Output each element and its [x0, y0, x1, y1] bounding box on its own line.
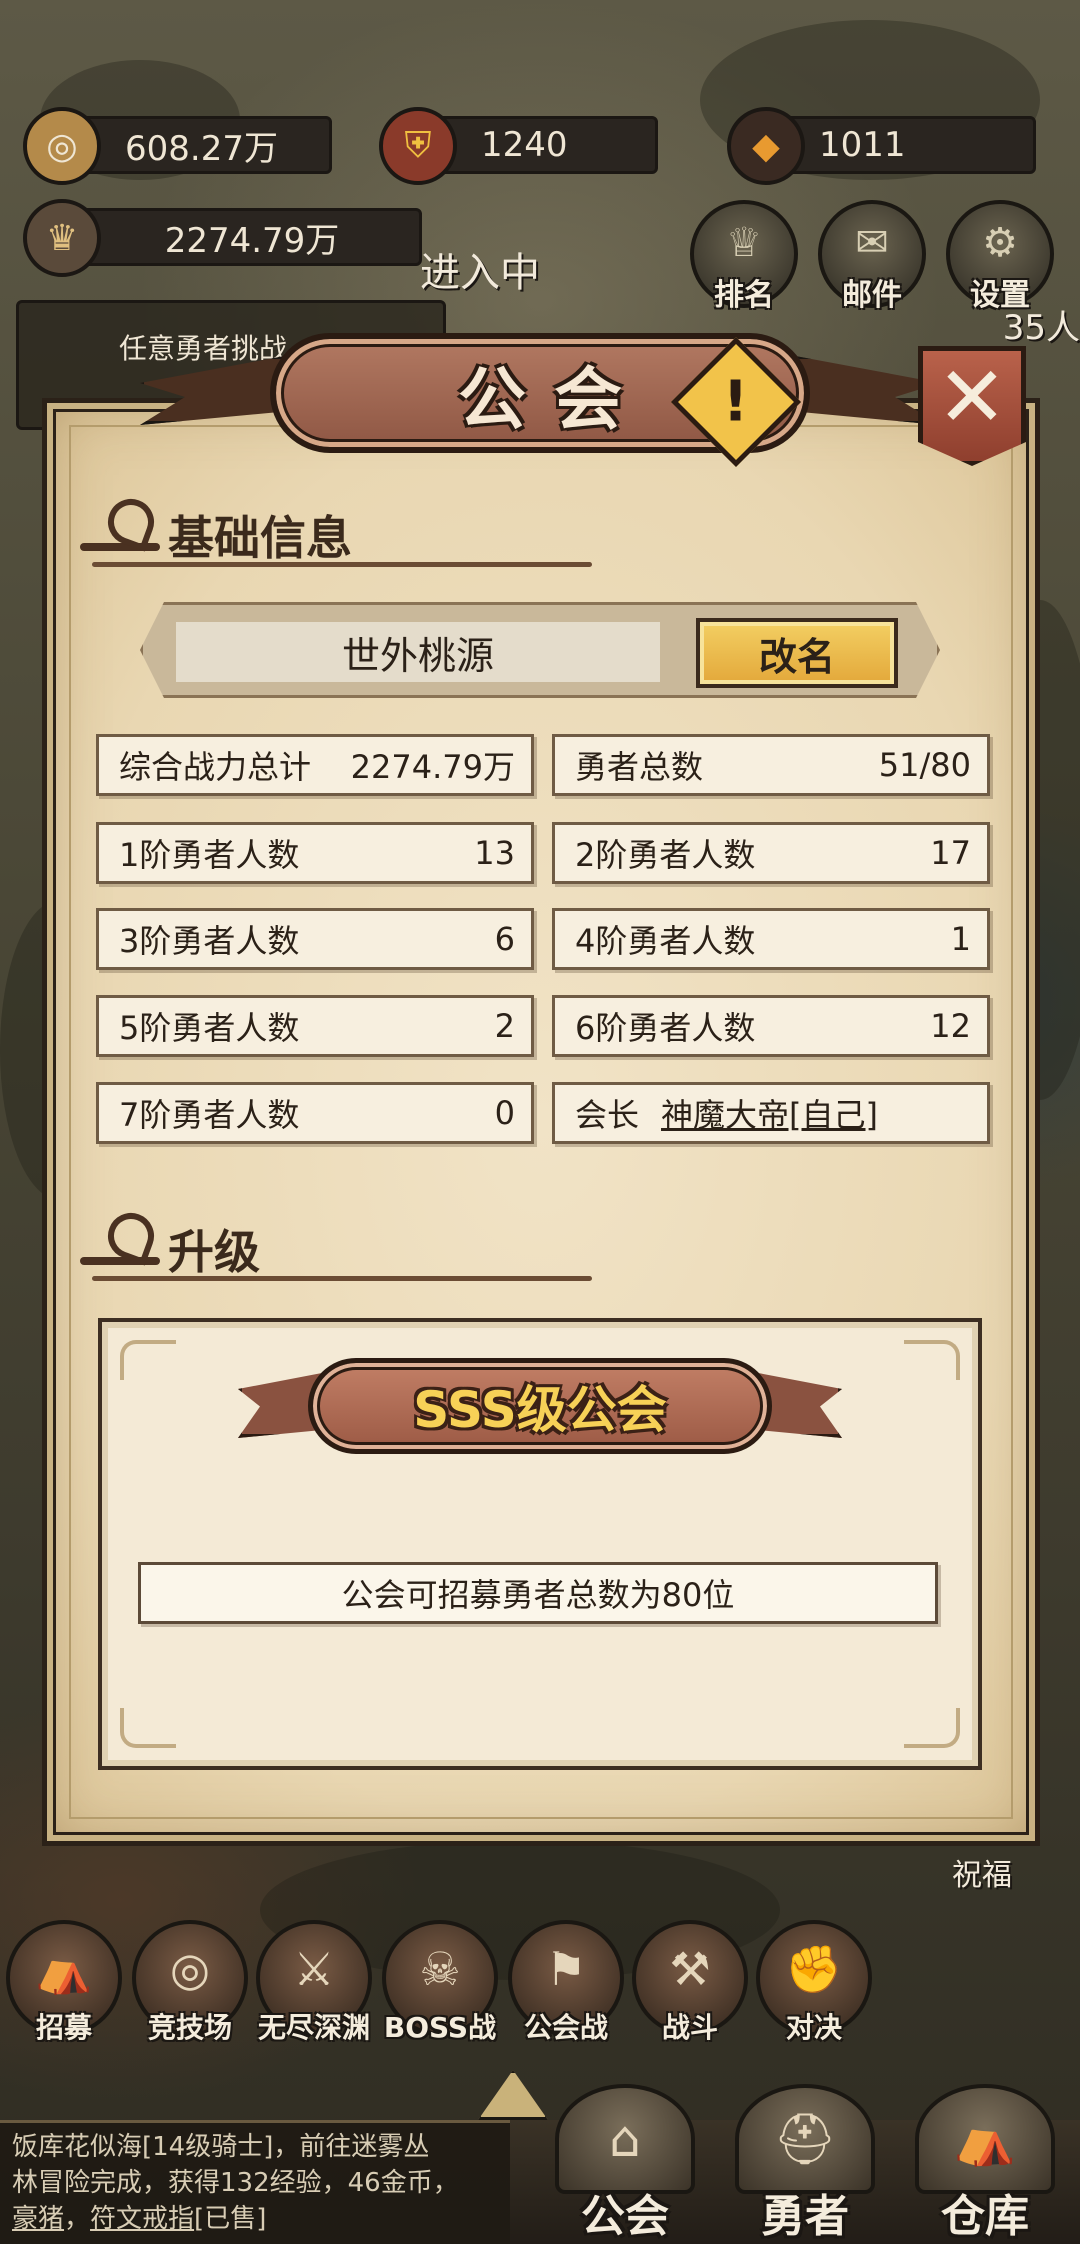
nav-heroes[interactable]: ⛑ 勇者: [710, 2080, 900, 2244]
stat-hero-total: 勇者总数 51/80: [552, 734, 990, 796]
guild-grade: SSS级公会: [413, 1381, 667, 1439]
nav-guild[interactable]: ⌂ 公会: [530, 2080, 720, 2244]
hero-helmet-icon: ⛑: [735, 2084, 875, 2194]
settings-button[interactable]: ⚙ 设置: [946, 200, 1054, 313]
entering-status: 进入中: [420, 250, 540, 296]
trophy-icon: ♕: [726, 220, 762, 266]
power-counter: ♛ 2274.79万: [23, 199, 422, 277]
mail-icon: ✉: [855, 220, 889, 266]
stat-tier3: 3阶勇者人数 6: [96, 908, 534, 970]
stat-tier7: 7阶勇者人数 0: [96, 1082, 534, 1144]
guild-hall-icon: ⌂: [555, 2084, 695, 2194]
ranking-button[interactable]: ♕ 排名: [690, 200, 798, 313]
boss-icon: ☠: [419, 1942, 461, 1996]
recruit-button[interactable]: ⛺ 招募: [6, 1920, 122, 2044]
leader-name-link[interactable]: 神魔大帝[自己]: [661, 1090, 878, 1136]
item-link[interactable]: 符文戒指: [90, 2204, 194, 2234]
modal-title: 公会: [457, 360, 650, 440]
mail-button[interactable]: ✉ 邮件: [818, 200, 926, 313]
duel-button[interactable]: ✊ 对决: [756, 1920, 872, 2044]
gear-icon: ⚙: [982, 220, 1018, 266]
arena-icon: ◎: [169, 1942, 211, 1996]
stat-tier1: 1阶勇者人数 13: [96, 822, 534, 884]
stat-leader: 会长 神魔大帝[自己]: [552, 1082, 990, 1144]
warehouse-icon: ⛺: [915, 2084, 1055, 2194]
rename-button[interactable]: 改名: [696, 618, 898, 688]
section-basic-info: 基础信息: [80, 500, 352, 570]
guild-war-button[interactable]: ⚑ 公会战: [508, 1920, 624, 2044]
shield-counter: ⛨ 1240: [379, 107, 658, 185]
recruit-capacity: 公会可招募勇者总数为80位: [138, 1562, 938, 1624]
chat-log[interactable]: 饭库花似海[14级骑士]，前往迷雾丛 林冒险完成，获得132经验，46金币， 豪…: [0, 2120, 510, 2244]
shield-icon: ⛨: [379, 107, 457, 185]
guild-name-field: 世外桃源: [176, 622, 660, 682]
section-upgrade: 升级: [80, 1214, 260, 1284]
battle-button[interactable]: ⚒ 战斗: [632, 1920, 748, 2044]
gem-counter: ◆ 1011: [727, 107, 1036, 185]
side-count: 35人: [1002, 308, 1080, 348]
guild-war-icon: ⚑: [545, 1942, 587, 1996]
stat-tier5: 5阶勇者人数 2: [96, 995, 534, 1057]
stat-tier2: 2阶勇者人数 17: [552, 822, 990, 884]
exclamation-icon: !: [723, 369, 749, 435]
abyss-icon: ⚔: [293, 1942, 335, 1996]
close-button[interactable]: ✕: [918, 346, 1026, 466]
grade-banner: SSS级公会: [238, 1358, 842, 1454]
abyss-button[interactable]: ⚔ 无尽深渊: [256, 1920, 372, 2044]
feather-icon: [80, 1227, 160, 1271]
recruit-icon: ⛺: [35, 1942, 93, 1996]
stat-total-power: 综合战力总计 2274.79万: [96, 734, 534, 796]
power-crest-icon: ♛: [23, 199, 101, 277]
battle-icon: ⚒: [669, 1942, 711, 1996]
duel-icon: ✊: [785, 1942, 843, 1996]
feather-icon: [80, 513, 160, 557]
stat-tier4: 4阶勇者人数 1: [552, 908, 990, 970]
blessing-label[interactable]: 祝福: [952, 1850, 1012, 1894]
boss-button[interactable]: ☠ BOSS战: [382, 1920, 498, 2044]
gold-counter: ◎ 608.27万: [23, 107, 332, 185]
nav-warehouse[interactable]: ⛺ 仓库: [890, 2080, 1080, 2244]
gem-icon: ◆: [727, 107, 805, 185]
stat-tier6: 6阶勇者人数 12: [552, 995, 990, 1057]
close-icon: ✕: [936, 348, 1008, 446]
coin-icon: ◎: [23, 107, 101, 185]
item-link[interactable]: 豪猪: [12, 2204, 64, 2234]
arena-button[interactable]: ◎ 竞技场: [132, 1920, 248, 2044]
